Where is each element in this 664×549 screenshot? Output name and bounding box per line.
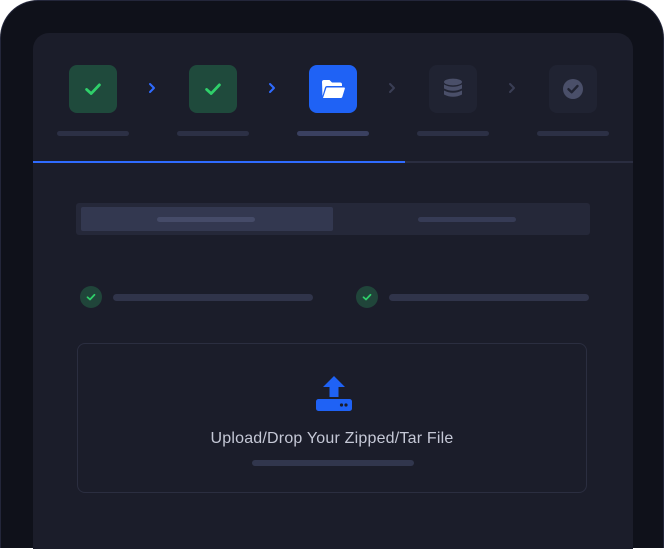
chevron-right-icon	[267, 81, 277, 95]
step-4-pending[interactable]	[429, 65, 477, 113]
check-icon	[205, 83, 221, 95]
step-3-label-placeholder	[297, 131, 369, 136]
check-circle-badge	[80, 286, 102, 308]
source-tabs	[76, 203, 590, 235]
step-2-label-placeholder	[177, 131, 249, 136]
tab-1-selected[interactable]	[81, 207, 333, 231]
check-item-1-label-placeholder	[113, 294, 313, 301]
tab-2-label-placeholder	[418, 217, 516, 222]
step-2-completed[interactable]	[189, 65, 237, 113]
device-frame: Upload/Drop Your Zipped/Tar File	[0, 0, 664, 549]
chevron-right-icon	[147, 81, 157, 95]
wizard-progress-track	[33, 161, 633, 163]
wizard-panel: Upload/Drop Your Zipped/Tar File	[33, 33, 633, 549]
check-circle-icon	[563, 79, 583, 99]
database-icon	[444, 78, 462, 97]
step-3-active[interactable]	[309, 65, 357, 113]
step-5-label-placeholder	[537, 131, 609, 136]
check-icon	[85, 83, 101, 95]
step-1-completed[interactable]	[69, 65, 117, 113]
check-item-2	[356, 286, 590, 308]
tab-2[interactable]	[333, 207, 585, 231]
check-item-2-label-placeholder	[389, 294, 589, 301]
folder-open-icon	[322, 80, 345, 98]
file-dropzone[interactable]: Upload/Drop Your Zipped/Tar File	[77, 343, 587, 493]
step-1-label-placeholder	[57, 131, 129, 136]
wizard-progress-fill	[33, 161, 405, 163]
check-icon	[86, 293, 96, 301]
chevron-right-icon	[387, 81, 397, 95]
step-4-label-placeholder	[417, 131, 489, 136]
step-5-pending[interactable]	[549, 65, 597, 113]
upload-instruction: Upload/Drop Your Zipped/Tar File	[210, 430, 454, 447]
check-icon	[362, 293, 372, 301]
upload-hint-placeholder	[252, 460, 414, 466]
check-circle-badge	[356, 286, 378, 308]
check-item-1	[80, 286, 314, 308]
chevron-right-icon	[507, 81, 517, 95]
tab-1-label-placeholder	[157, 217, 255, 222]
upload-icon	[316, 376, 352, 411]
